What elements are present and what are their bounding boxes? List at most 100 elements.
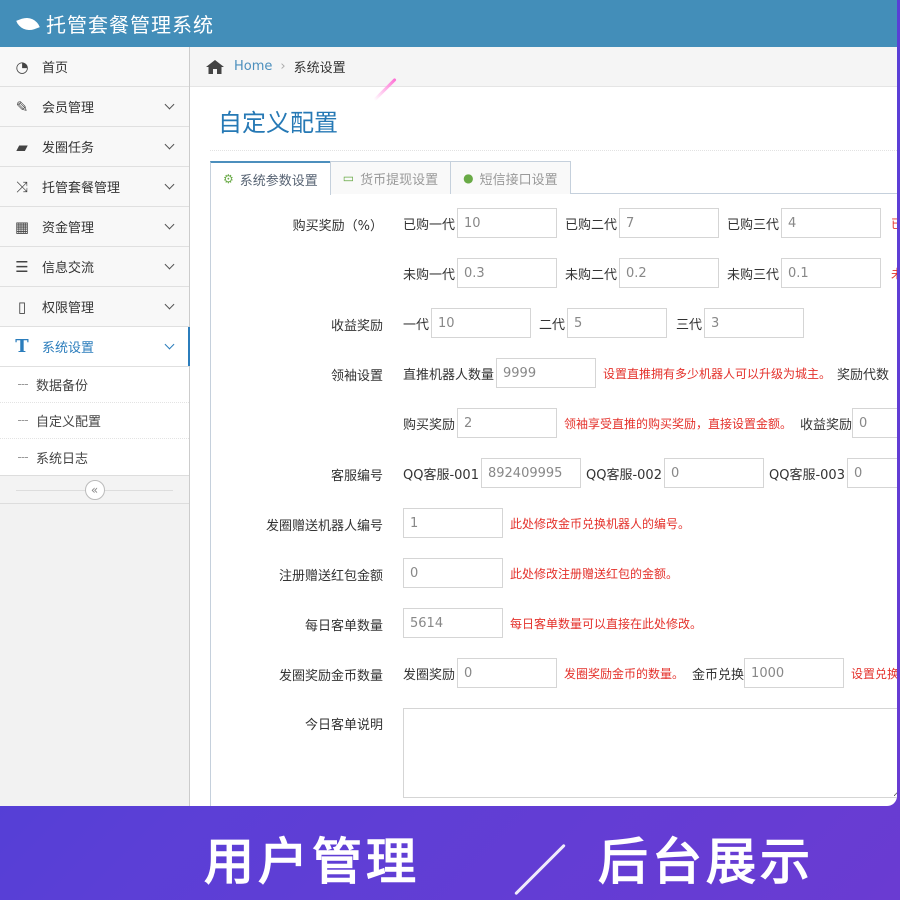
breadcrumb-home-link[interactable]: Home bbox=[234, 59, 272, 74]
daily-orders-input[interactable] bbox=[403, 608, 503, 638]
form-row-circle-coins: 发圈奖励金币数量 发圈奖励 发圈奖励金币的数量。 金币兑换 设置兑换 bbox=[211, 658, 897, 688]
chevron-down-icon bbox=[164, 299, 175, 310]
sidebar-item-label: 首页 bbox=[42, 61, 69, 76]
qq-service-3-input[interactable] bbox=[846, 458, 897, 488]
sidebar-item-label: 发圈任务 bbox=[42, 141, 95, 156]
sidebar-item-label: 信息交流 bbox=[42, 261, 95, 276]
hint-text: 每日客单数量可以直接在此处修改。 bbox=[510, 616, 703, 631]
sidebar-item-circle-tasks[interactable]: ▰ 发圈任务 bbox=[0, 127, 189, 167]
file-icon: ▯ bbox=[17, 297, 27, 316]
submenu-item-label: 数据备份 bbox=[36, 379, 89, 394]
chevron-down-icon bbox=[164, 99, 175, 110]
gears-icon: ⚙ bbox=[223, 172, 234, 186]
hint-text: 领袖享受直推的购买奖励，直接设置金额。 bbox=[564, 416, 793, 431]
sidebar-item-messages[interactable]: ☰ 信息交流 bbox=[0, 247, 189, 287]
field-prefix: 奖励代数 bbox=[837, 367, 890, 383]
hint-text: 此处修改注册赠送红包的金额。 bbox=[510, 566, 679, 581]
sidebar-item-settings[interactable]: T 系统设置 bbox=[0, 327, 190, 367]
today-desc-textarea[interactable] bbox=[403, 708, 897, 798]
user-icon: ● bbox=[463, 171, 474, 185]
sidebar-item-label: 资金管理 bbox=[42, 221, 95, 236]
chevron-down-icon bbox=[164, 339, 175, 350]
sidebar-item-members[interactable]: ✎ 会员管理 bbox=[0, 87, 189, 127]
chevron-down-icon bbox=[164, 179, 175, 190]
banner-right-text: 后台展示 bbox=[598, 833, 814, 891]
income-gen2-input[interactable] bbox=[567, 308, 668, 338]
leader-robots-input[interactable] bbox=[496, 358, 597, 388]
calendar-icon: ▦ bbox=[14, 217, 30, 236]
form-row-buy-reward: 购买奖励（%） 已购一代 已购二代 已购三代 已 bbox=[211, 208, 897, 238]
collapse-sidebar-button[interactable]: « bbox=[84, 479, 105, 500]
submenu-item-backup[interactable]: 数据备份 bbox=[0, 367, 189, 403]
hint-text: 未 bbox=[891, 258, 897, 288]
field-prefix: 已购二代 bbox=[565, 217, 618, 233]
form-row-daily-orders: 每日客单数量 每日客单数量可以直接在此处修改。 bbox=[211, 608, 897, 638]
sidebar-item-packages[interactable]: ⤨ 托管套餐管理 bbox=[0, 167, 189, 207]
sidebar-item-label: 托管套餐管理 bbox=[42, 181, 121, 196]
field-prefix: 已购三代 bbox=[727, 217, 780, 233]
not-bought-gen2-input[interactable] bbox=[619, 258, 720, 288]
income-gen3-input[interactable] bbox=[704, 308, 805, 338]
home-icon bbox=[206, 59, 224, 74]
chevron-down-icon bbox=[164, 259, 175, 270]
form-row-leader-buy: 购买奖励 领袖享受直推的购买奖励，直接设置金额。 收益奖励 bbox=[211, 408, 897, 438]
form-row-income-reward: 收益奖励 一代 二代 三代 bbox=[211, 308, 897, 338]
shuffle-icon: ⤨ bbox=[15, 177, 28, 196]
coin-exchange-input[interactable] bbox=[744, 658, 845, 688]
list-icon: ☰ bbox=[15, 257, 29, 276]
submenu-item-label: 自定义配置 bbox=[36, 415, 102, 430]
robot-no-input[interactable] bbox=[403, 508, 503, 538]
app-window: 托管套餐管理系统 ◔ 首页 ✎ 会员管理 ▰ 发圈任务 ⤨ 托管套餐管理 ▦ 资… bbox=[0, 0, 897, 806]
breadcrumb: Home › 系统设置 bbox=[190, 47, 897, 87]
chevron-down-icon bbox=[164, 219, 175, 230]
circle-coins-input[interactable] bbox=[457, 658, 558, 688]
not-bought-gen3-input[interactable] bbox=[781, 258, 882, 288]
submenu-item-system-log[interactable]: 系统日志 bbox=[0, 439, 189, 475]
qq-service-2-input[interactable] bbox=[663, 458, 764, 488]
system-params-form: 购买奖励（%） 已购一代 已购二代 已购三代 已 未购一代 未购二代 bbox=[210, 190, 897, 806]
not-bought-gen1-input[interactable] bbox=[457, 258, 558, 288]
sidebar: ◔ 首页 ✎ 会员管理 ▰ 发圈任务 ⤨ 托管套餐管理 ▦ 资金管理 ☰ 信息交… bbox=[0, 47, 190, 806]
sidebar-item-label: 会员管理 bbox=[42, 101, 95, 116]
leader-income-input[interactable] bbox=[852, 408, 897, 438]
leader-buy-input[interactable] bbox=[457, 408, 558, 438]
hint-text: 此处修改金币兑换机器人的编号。 bbox=[510, 516, 691, 531]
breadcrumb-separator: › bbox=[280, 59, 286, 74]
form-row-red-packet: 注册赠送红包金额 此处修改注册赠送红包的金额。 bbox=[211, 558, 897, 588]
leaf-logo-icon bbox=[16, 13, 40, 34]
app-title: 托管套餐管理系统 bbox=[46, 13, 214, 37]
qq-service-1-input[interactable] bbox=[480, 458, 581, 488]
tab-label: 短信接口设置 bbox=[479, 172, 558, 188]
tab-label: 货币提现设置 bbox=[360, 172, 439, 188]
bought-gen3-input[interactable] bbox=[781, 208, 882, 238]
form-row-not-bought: 未购一代 未购二代 未购三代 未 bbox=[211, 258, 897, 288]
field-prefix: 未购二代 bbox=[565, 267, 618, 283]
sidebar-item-funds[interactable]: ▦ 资金管理 bbox=[0, 207, 189, 247]
form-row-leader: 领袖设置 直推机器人数量 设置直推拥有多少机器人可以升级为城主。 奖励代数 bbox=[211, 358, 897, 388]
field-prefix: 未购一代 bbox=[403, 267, 456, 283]
bought-gen2-input[interactable] bbox=[619, 208, 720, 238]
sidebar-item-home[interactable]: ◔ 首页 bbox=[0, 47, 189, 87]
field-prefix: QQ客服-001 bbox=[403, 467, 479, 483]
hint-text: 设置直推拥有多少机器人可以升级为城主。 bbox=[603, 366, 832, 381]
field-prefix: 一代 bbox=[403, 317, 430, 333]
tab-label: 系统参数设置 bbox=[239, 173, 318, 189]
credit-card-icon: ▭ bbox=[342, 171, 355, 185]
field-label: 发圈赠送机器人编号 bbox=[265, 519, 383, 534]
field-label: 每日客单数量 bbox=[304, 619, 383, 634]
sidebar-item-permissions[interactable]: ▯ 权限管理 bbox=[0, 287, 189, 327]
field-prefix: 购买奖励 bbox=[403, 417, 456, 433]
income-gen1-input[interactable] bbox=[431, 308, 532, 338]
field-prefix: QQ客服-003 bbox=[769, 467, 845, 483]
field-prefix: 收益奖励 bbox=[800, 417, 853, 433]
title-divider bbox=[210, 150, 897, 151]
field-prefix: 发圈奖励 bbox=[403, 667, 456, 683]
sidebar-item-label: 系统设置 bbox=[42, 341, 95, 356]
sidebar-item-label: 权限管理 bbox=[42, 301, 95, 316]
sidebar-collapse-bar: « bbox=[0, 476, 189, 504]
settings-submenu: 数据备份 自定义配置 系统日志 bbox=[0, 367, 189, 476]
submenu-item-custom-config[interactable]: 自定义配置 bbox=[0, 403, 189, 439]
bought-gen1-input[interactable] bbox=[457, 208, 558, 238]
red-packet-input[interactable] bbox=[403, 558, 503, 588]
field-label: 注册赠送红包金额 bbox=[278, 569, 383, 584]
